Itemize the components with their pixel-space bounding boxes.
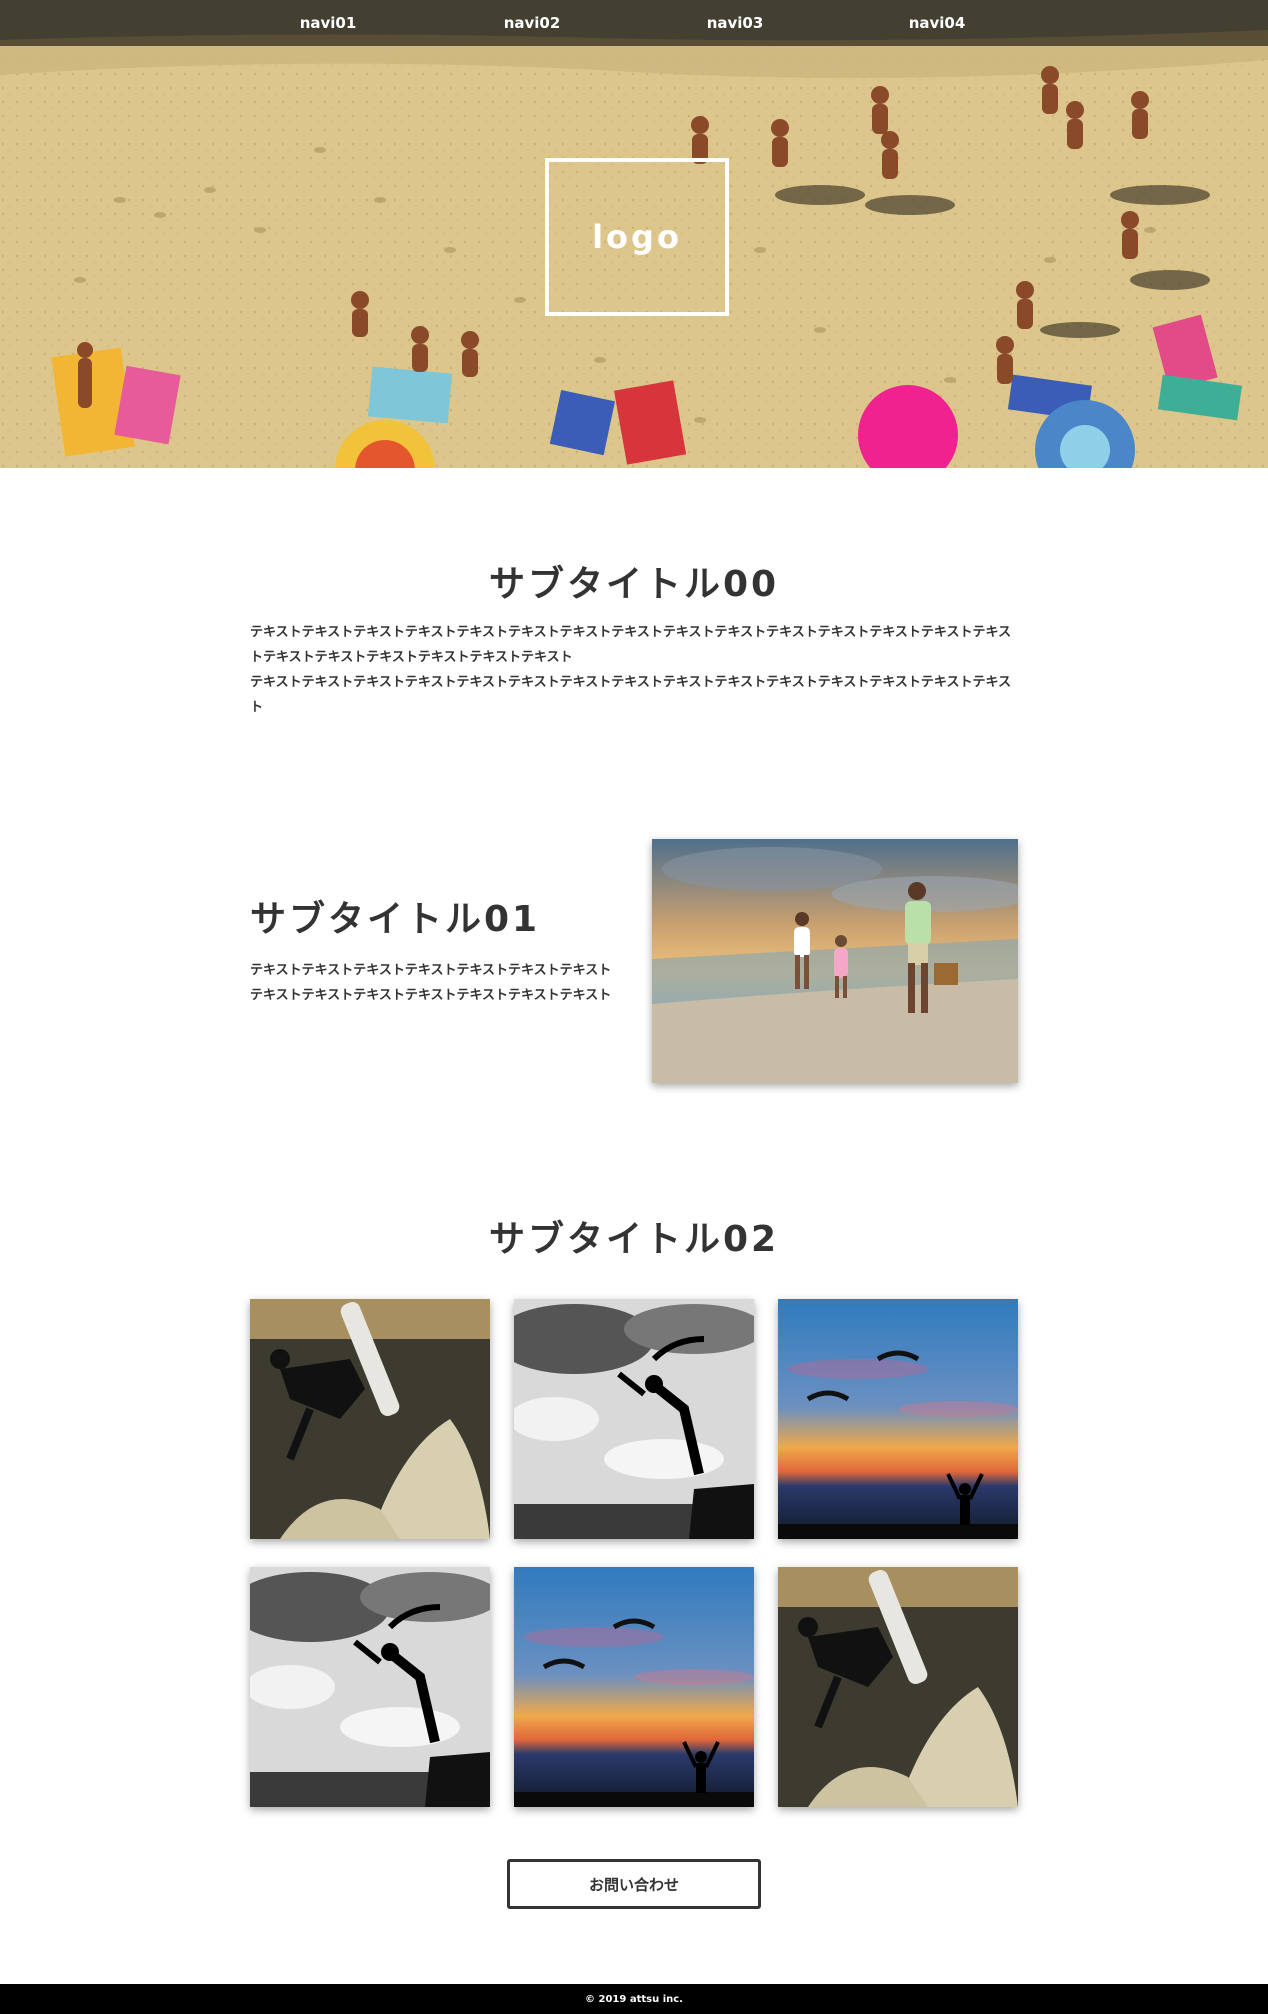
footer-copyright: © 2019 attsu inc. bbox=[585, 1993, 683, 2005]
section-00-title: サブタイトル00 bbox=[488, 564, 780, 605]
gallery-image-paragliding-sunset[interactable] bbox=[778, 1299, 1018, 1539]
nav-link-navi04[interactable]: navi04 bbox=[877, 0, 997, 46]
section-01-text: テキストテキストテキストテキストテキストテキストテキストテキストテキストテキスト… bbox=[250, 963, 612, 1003]
section-00-text-1: テキストテキストテキストテキストテキストテキストテキストテキストテキストテキスト… bbox=[250, 625, 1012, 665]
nav-link-navi02[interactable]: navi02 bbox=[472, 0, 592, 46]
contact-button[interactable]: お問い合わせ bbox=[507, 1859, 761, 1909]
top-navigation: navi01 navi02 navi03 navi04 bbox=[0, 0, 1268, 46]
footer: © 2019 attsu inc. bbox=[0, 1984, 1268, 2014]
site-logo[interactable]: logo bbox=[545, 158, 729, 316]
contact-button-label: お問い合わせ bbox=[588, 1876, 679, 1894]
nav-link-navi03[interactable]: navi03 bbox=[675, 0, 795, 46]
gallery-image-surfer-2[interactable] bbox=[778, 1567, 1018, 1807]
section-00-text-2: テキストテキストテキストテキストテキストテキストテキストテキストテキストテキスト… bbox=[250, 675, 1012, 715]
gallery-image-cliff-jumper-bw[interactable] bbox=[514, 1299, 754, 1539]
gallery-image-cliff-jumper-bw-2[interactable] bbox=[250, 1567, 490, 1807]
logo-text: logo bbox=[592, 218, 682, 256]
nav-link-navi01[interactable]: navi01 bbox=[268, 0, 388, 46]
gallery-image-surfer[interactable] bbox=[250, 1299, 490, 1539]
gallery-image-paragliding-sunset-2[interactable] bbox=[514, 1567, 754, 1807]
hero-banner: navi01 navi02 navi03 navi04 logo bbox=[0, 0, 1268, 468]
family-beach-photo bbox=[652, 839, 1018, 1083]
section-01-title: サブタイトル01 bbox=[250, 899, 541, 940]
section-02-title: サブタイトル02 bbox=[488, 1219, 780, 1260]
